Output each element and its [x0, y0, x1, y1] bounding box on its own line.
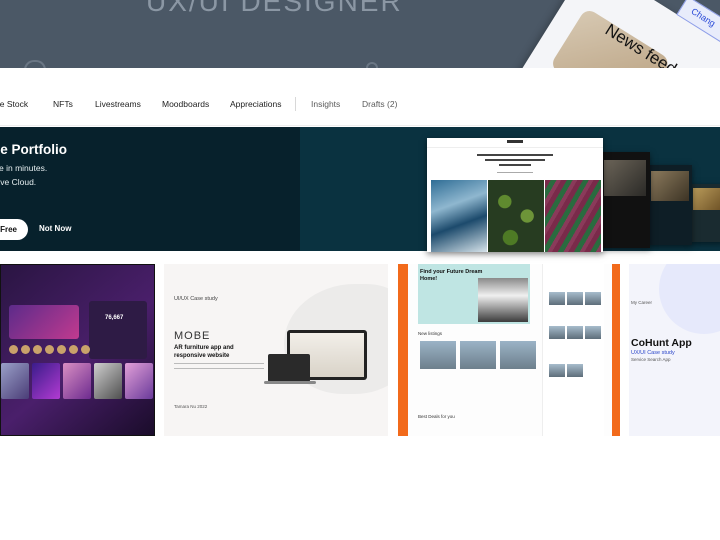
mobe-case-label: UI/UX Case study — [174, 296, 218, 302]
portfolio-mockup-4 — [690, 184, 720, 242]
mobe-laptop-base — [264, 381, 316, 384]
not-now-button[interactable]: Not Now — [39, 224, 71, 233]
mobe-footer: Tamara Nu 2022 — [174, 404, 208, 409]
mobe-logo: MOBE — [174, 330, 211, 342]
portfolio-mockup-main — [427, 138, 603, 252]
cohunt-subtitle: UX/UI Case study — [631, 350, 675, 356]
real-estate-section-2: Best Deals for you — [418, 414, 455, 419]
real-estate-hero-title-1: Find your Future Dream — [420, 269, 483, 275]
listing-image — [460, 341, 496, 369]
listing-image — [500, 341, 536, 369]
banner-subtitle-1: e in minutes. — [0, 163, 48, 173]
mockup-photo-trees — [488, 180, 544, 252]
real-estate-hero-title-2: Home! — [420, 276, 438, 282]
banner-subtitle-2: tive Cloud. — [0, 177, 37, 187]
nav-divider — [295, 97, 296, 111]
mockup-photo-fields — [545, 180, 601, 252]
nft-avatar-row — [9, 345, 90, 354]
mobe-description — [174, 363, 264, 369]
banner-title: be Portfolio — [0, 142, 67, 157]
portfolio-mockup-2 — [600, 152, 650, 248]
listing-image — [420, 341, 456, 369]
nav-item-nfts[interactable]: NFTs — [53, 99, 73, 109]
profile-hero: UX/UI DESIGNER Chang News feed — [0, 0, 720, 68]
nft-stat-value: 76,667 — [105, 315, 124, 321]
cohunt-title: CoHunt App — [631, 337, 692, 349]
project-card-real-estate[interactable]: Find your Future Dream Home! New listing… — [398, 264, 620, 436]
nav-item-insights[interactable]: Insights — [311, 99, 340, 109]
real-estate-house-image — [478, 278, 528, 322]
nav-item-appreciations[interactable]: Appreciations — [230, 99, 282, 109]
cohunt-subtitle-2: Service Search App — [631, 357, 671, 362]
real-estate-accent-right — [612, 264, 620, 436]
nft-featured-panel — [9, 305, 79, 339]
project-card-nft[interactable]: 76,667 — [0, 264, 155, 436]
try-free-button[interactable]: Free — [0, 219, 28, 240]
real-estate-accent-left — [398, 264, 408, 436]
real-estate-section-1: New listings — [418, 331, 443, 336]
nav-item-livestreams[interactable]: Livestreams — [95, 99, 141, 109]
cohunt-bubble — [659, 264, 720, 334]
mobe-laptop-mockup — [268, 354, 310, 382]
nft-stats-panel — [89, 301, 147, 359]
cohunt-small-label: My Career — [631, 300, 653, 305]
mockup-photo-ocean — [431, 180, 487, 252]
hero-decoration — [24, 60, 46, 68]
nav-item-drafts[interactable]: Drafts (2) — [362, 99, 397, 109]
change-tab-label: Chang — [689, 6, 718, 29]
nav-item-stock[interactable]: be Stock — [0, 99, 28, 109]
profile-nav: be Stock NFTs Livestreams Moodboards App… — [0, 68, 720, 126]
nav-item-moodboards[interactable]: Moodboards — [162, 99, 209, 109]
real-estate-mobile-mockup — [542, 264, 604, 436]
mobe-title-1: AR furniture app and — [174, 345, 234, 351]
mockup-heading — [477, 154, 553, 156]
mobe-title-2: responsive website — [174, 353, 230, 359]
nft-tiles — [1, 363, 153, 399]
project-card-cohunt[interactable]: My Career CoHunt App UX/UI Case study Se… — [629, 264, 720, 436]
portfolio-mockup-3 — [648, 165, 692, 245]
project-card-mobe[interactable]: UI/UX Case study MOBE AR furniture app a… — [164, 264, 388, 436]
hero-title: UX/UI DESIGNER — [146, 0, 403, 17]
